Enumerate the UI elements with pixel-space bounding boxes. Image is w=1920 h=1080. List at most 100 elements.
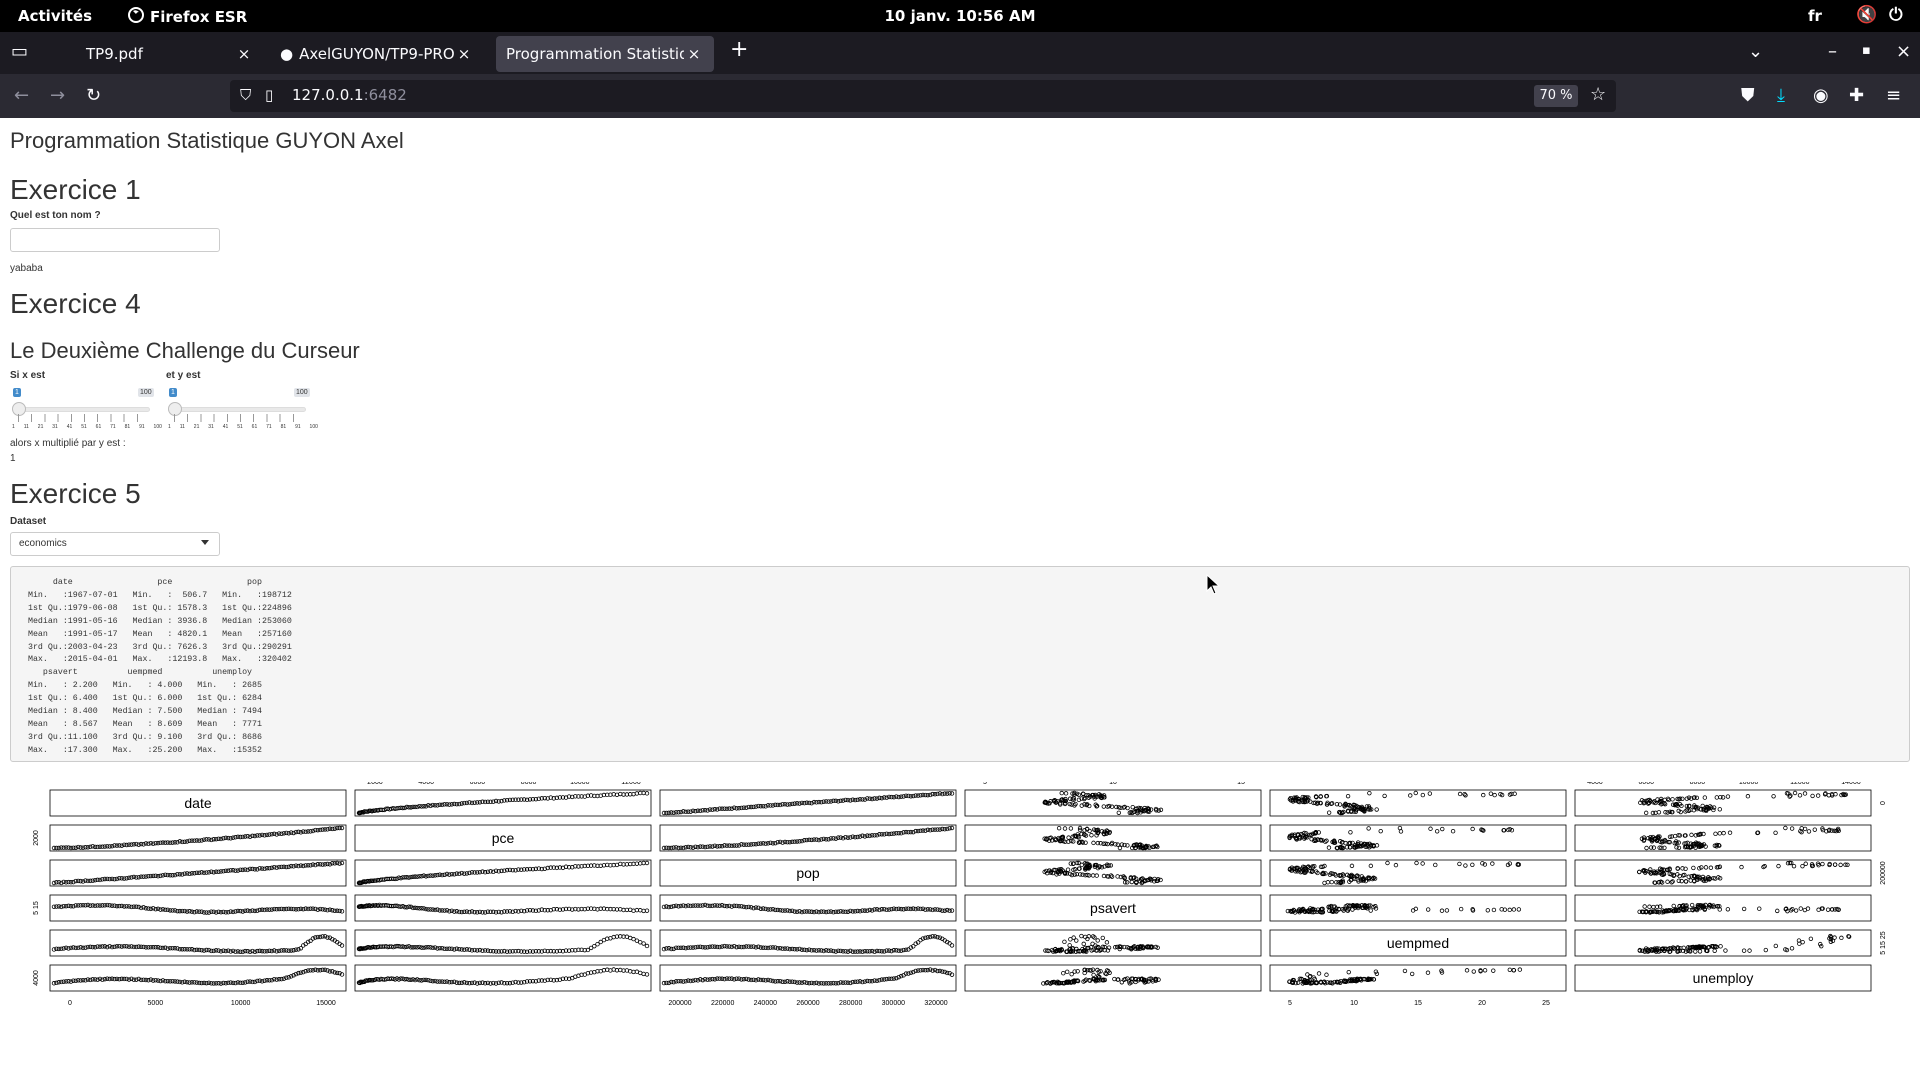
name-input[interactable] — [10, 228, 220, 252]
pairs-point — [1789, 946, 1795, 951]
shield-icon[interactable]: ⛉ — [240, 86, 251, 104]
pairs-point — [1793, 908, 1799, 913]
pairs-point — [175, 946, 180, 951]
bookmark-star-icon[interactable]: ☆ — [1590, 84, 1606, 105]
pairs-point — [310, 968, 316, 973]
pocket-icon[interactable]: ⛊ — [1741, 85, 1755, 106]
clock[interactable]: 10 janv. 10:56 AM — [0, 7, 1920, 25]
pairs-point — [1703, 865, 1709, 870]
pairs-point — [1114, 804, 1119, 810]
pairs-point — [840, 798, 846, 803]
forward-icon[interactable]: → — [50, 85, 65, 106]
reload-icon[interactable]: ↻ — [86, 85, 101, 106]
close-tab-icon[interactable]: × — [684, 45, 704, 63]
pairs-point — [211, 909, 216, 915]
zoom-level[interactable]: 70 % — [1534, 85, 1578, 107]
downloads-icon[interactable]: ⤓ — [1777, 85, 1785, 106]
back-icon[interactable]: ← — [14, 85, 29, 106]
pairs-point — [1326, 845, 1332, 850]
tab-tp9-pdf[interactable]: TP9.pdf × — [46, 36, 264, 72]
close-tab-icon[interactable]: × — [454, 45, 474, 63]
pairs-point — [1324, 972, 1329, 977]
pairs-point — [242, 980, 248, 985]
pairs-axis-tick: 6000 — [1638, 782, 1654, 786]
pairs-point — [1789, 826, 1795, 831]
pairs-point — [1802, 826, 1808, 832]
pairs-panel — [659, 929, 957, 957]
close-window-icon[interactable]: × — [1896, 41, 1911, 62]
pairs-point — [339, 825, 345, 831]
pairs-point — [1825, 907, 1831, 912]
pairs-point — [908, 970, 914, 976]
pairs-point — [729, 944, 734, 950]
tab-title: Programmation Statistique — [506, 45, 684, 63]
pairs-axis-tick: 5 — [1288, 1000, 1292, 1007]
pairs-point — [1773, 943, 1779, 949]
pairs-point — [1450, 829, 1456, 834]
keyboard-layout-indicator[interactable]: fr — [1808, 7, 1822, 25]
system-menu[interactable]: 🔇 ⏻ — [1856, 5, 1903, 25]
list-all-tabs-icon[interactable]: ⌄ — [1748, 41, 1763, 62]
pairs-point — [1061, 971, 1066, 976]
maximize-icon[interactable]: ▪ — [1862, 43, 1871, 58]
pairs-point — [1727, 830, 1733, 835]
pairs-axis-tick: 8000 — [521, 782, 537, 786]
firefox-view-icon[interactable]: ▭ — [11, 41, 28, 62]
pairs-point — [1637, 869, 1642, 875]
name-label: Quel est ton nom ? — [10, 210, 101, 221]
pairs-point — [792, 979, 797, 985]
pairs-point — [756, 944, 761, 949]
url-bar[interactable]: ⛉ ▯ 127.0.0.1:6482 70 % ☆ — [230, 80, 1616, 112]
pairs-point — [286, 831, 291, 836]
pairs-panel — [1574, 824, 1872, 852]
extensions-icon[interactable]: ✚ — [1849, 85, 1864, 106]
account-icon[interactable]: ◉ — [1813, 85, 1829, 106]
pairs-point — [1471, 969, 1476, 974]
pairs-point — [898, 948, 904, 953]
pairs-point — [1812, 827, 1817, 832]
pairs-point — [1464, 968, 1470, 973]
pairs-point — [845, 949, 851, 954]
pairs-point — [1739, 864, 1744, 870]
pairs-point — [777, 839, 783, 845]
pairs-point — [1643, 810, 1649, 816]
pairs-axis-tick: 320000 — [924, 1000, 947, 1007]
challenge-heading: Le Deuxième Challenge du Curseur — [10, 338, 360, 363]
new-tab-icon[interactable]: + — [730, 37, 748, 62]
slider-x-rail[interactable] — [18, 407, 150, 412]
dataset-select[interactable]: economics — [10, 532, 220, 556]
pairs-point — [690, 978, 696, 983]
pairs-point — [184, 839, 190, 844]
tab-github[interactable]: ● AxelGUYON/TP9-PROG × — [270, 36, 484, 72]
slider-y-rail[interactable] — [174, 407, 306, 412]
tab-programmation-statistique[interactable]: Programmation Statistique × — [496, 36, 714, 72]
slider-x-ticks — [18, 414, 150, 422]
pairs-point — [802, 979, 807, 985]
url-text[interactable]: 127.0.0.1:6482 — [292, 86, 407, 104]
pairs-point — [1492, 792, 1497, 798]
pairs-point — [1414, 860, 1419, 866]
pairs-point — [1094, 873, 1099, 878]
pairs-point — [1717, 807, 1722, 812]
page-info-icon[interactable]: ▯ — [265, 86, 273, 104]
pairs-point — [1059, 790, 1064, 796]
pairs-point — [1091, 972, 1096, 978]
pairs-panel — [964, 789, 1262, 817]
pairs-point — [661, 946, 667, 952]
pairs-point — [1090, 941, 1095, 946]
pairs-point — [1820, 861, 1825, 867]
pairs-point — [753, 977, 759, 983]
menu-icon[interactable]: ≡ — [1886, 85, 1901, 106]
pairs-point — [744, 976, 749, 982]
pairs-point — [874, 796, 880, 801]
slider-x[interactable]: 1 100 1 11 21 31 41 51 61 71 81 91 100 — [12, 380, 162, 442]
minimize-icon[interactable]: – — [1828, 41, 1837, 62]
pairs-point — [97, 877, 103, 883]
pairs-point — [1326, 810, 1332, 815]
pairs-point — [444, 979, 450, 984]
pairs-point — [1721, 830, 1726, 836]
pairs-point — [857, 908, 863, 914]
pairs-panel — [1574, 929, 1872, 957]
slider-y[interactable]: 1 100 1 11 21 31 41 51 61 71 81 91 100 — [168, 380, 318, 442]
close-tab-icon[interactable]: × — [234, 45, 254, 63]
